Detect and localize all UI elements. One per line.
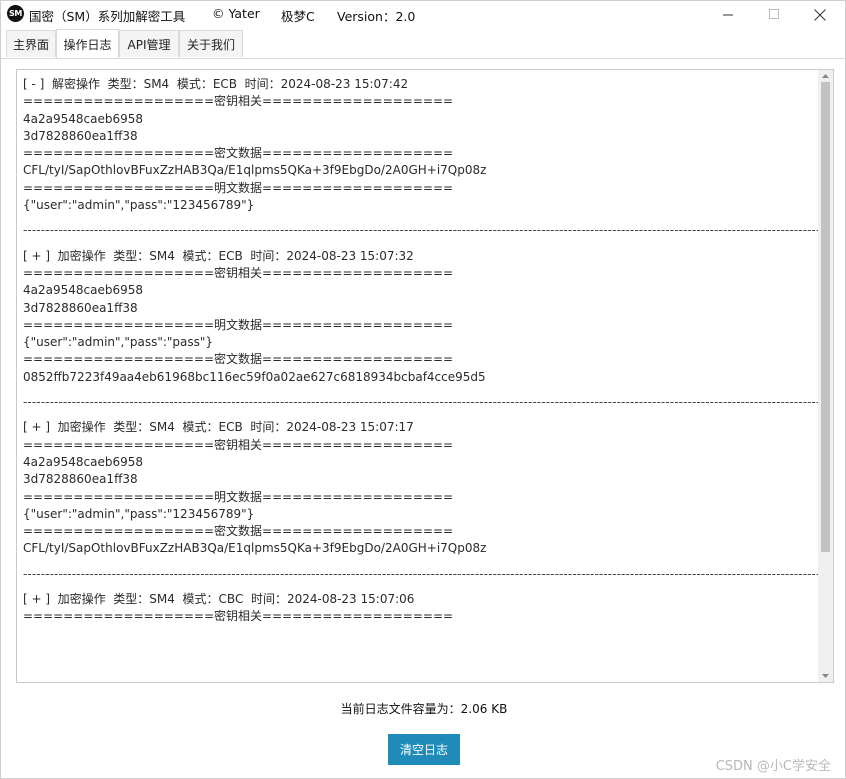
log-entry-header: [ - ] 解密操作 类型：SM4 模式：ECB 时间：2024-08-23 1… xyxy=(23,77,409,91)
watermark: CSDN @小C学安全 xyxy=(715,759,831,774)
log-entry-header: [ + ] 加密操作 类型：SM4 模式：ECB 时间：2024-08-23 1… xyxy=(23,248,414,263)
tab-operation-log[interactable]: 操作日志 xyxy=(56,29,119,58)
log-key-value: 4a2a9548caeb6958 xyxy=(23,111,144,126)
app-logo-icon: SM xyxy=(7,5,24,22)
tab-bar: 主界面 操作日志 API管理 关于我们 xyxy=(1,29,845,59)
log-plaintext-value: {"user":"admin","pass":"pass"} xyxy=(23,335,214,350)
log-key-divider: ===================密钥相关=================… xyxy=(23,94,454,109)
log-ciphertext-divider: ===================密文数据=================… xyxy=(23,352,454,367)
log-ciphertext-value: CFL/tyI/SapOthlovBFuxZzHAB3Qa/E1qlpms5QK… xyxy=(23,541,487,556)
log-iv-value: 3d7828860ea1ff38 xyxy=(23,472,138,487)
minimize-icon xyxy=(722,14,733,16)
log-iv-value: 3d7828860ea1ff38 xyxy=(23,300,138,315)
maximize-icon xyxy=(768,9,779,19)
log-plaintext-divider: ===================明文数据=================… xyxy=(23,489,454,504)
log-key-value: 4a2a9548caeb6958 xyxy=(23,454,144,469)
title-bar: SM 国密（SM）系列加解密工具 © Yater 极梦C Version：2.0 xyxy=(1,1,845,28)
log-plaintext-value: {"user":"admin","pass":"123456789"} xyxy=(23,198,255,213)
copyright-label: © Yater xyxy=(212,6,260,21)
log-key-divider: ===================密钥相关=================… xyxy=(23,609,454,624)
log-key-divider: ===================密钥相关=================… xyxy=(23,437,454,452)
log-ciphertext-value: 0852ffb7223f49aa4eb61968bc116ec59f0a02ae… xyxy=(23,369,486,384)
log-content: [ - ] 解密操作 类型：SM4 模式：ECB 时间：2024-08-23 1… xyxy=(23,76,819,626)
log-entry: [ - ] 解密操作 类型：SM4 模式：ECB 时间：2024-08-23 1… xyxy=(23,76,819,214)
log-key-divider: ===================密钥相关=================… xyxy=(23,265,454,280)
log-ciphertext-value: CFL/tyI/SapOthlovBFuxZzHAB3Qa/E1qlpms5QK… xyxy=(23,163,487,178)
close-button[interactable] xyxy=(798,1,842,28)
tab-api-management[interactable]: API管理 xyxy=(119,30,179,57)
clear-log-button[interactable]: 清空日志 xyxy=(388,734,460,765)
log-plaintext-value: {"user":"admin","pass":"123456789"} xyxy=(23,506,255,521)
tab-about-us[interactable]: 关于我们 xyxy=(179,30,243,57)
maximize-button[interactable] xyxy=(752,1,796,28)
app-window: SM 国密（SM）系列加解密工具 © Yater 极梦C Version：2.0… xyxy=(0,0,846,779)
author-label: 极梦C xyxy=(281,9,315,24)
app-title: 国密（SM）系列加解密工具 xyxy=(29,9,186,24)
scrollbar-thumb[interactable] xyxy=(821,82,830,552)
log-textarea[interactable]: [ - ] 解密操作 类型：SM4 模式：ECB 时间：2024-08-23 1… xyxy=(16,69,834,683)
log-separator: ----------------------------------------… xyxy=(23,223,819,238)
log-plaintext-divider: ===================明文数据=================… xyxy=(23,180,454,195)
log-plaintext-divider: ===================明文数据=================… xyxy=(23,317,454,332)
log-scrollbar[interactable] xyxy=(818,70,833,682)
scroll-down-icon[interactable] xyxy=(818,670,833,682)
log-iv-value: 3d7828860ea1ff38 xyxy=(23,128,138,143)
log-entry: [ + ] 加密操作 类型：SM4 模式：ECB 时间：2024-08-23 1… xyxy=(23,248,819,386)
log-entry: [ + ] 加密操作 类型：SM4 模式：ECB 时间：2024-08-23 1… xyxy=(23,419,819,557)
log-entry: [ + ] 加密操作 类型：SM4 模式：CBC 时间：2024-08-23 1… xyxy=(23,591,819,626)
log-ciphertext-divider: ===================密文数据=================… xyxy=(23,146,454,161)
log-ciphertext-divider: ===================密文数据=================… xyxy=(23,524,454,539)
version-label: Version：2.0 xyxy=(337,9,416,24)
log-size-status: 当前日志文件容量为：2.06 KB xyxy=(340,702,508,716)
close-icon xyxy=(814,8,826,21)
log-key-value: 4a2a9548caeb6958 xyxy=(23,283,144,298)
log-separator: ----------------------------------------… xyxy=(23,566,819,581)
tab-main[interactable]: 主界面 xyxy=(6,30,56,57)
log-entry-header: [ + ] 加密操作 类型：SM4 模式：CBC 时间：2024-08-23 1… xyxy=(23,592,415,607)
minimize-button[interactable] xyxy=(706,1,750,28)
scroll-up-icon[interactable] xyxy=(818,70,833,82)
log-separator: ----------------------------------------… xyxy=(23,395,819,410)
log-entry-header: [ + ] 加密操作 类型：SM4 模式：ECB 时间：2024-08-23 1… xyxy=(23,420,414,435)
